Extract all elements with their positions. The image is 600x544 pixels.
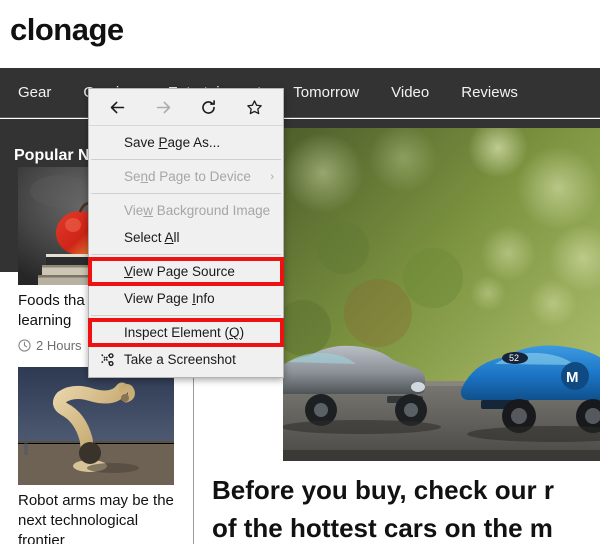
menu-item-save-page-as[interactable]: Save Page As... bbox=[89, 129, 283, 156]
back-icon[interactable] bbox=[103, 94, 133, 120]
menu-item-view-background-image: View Background Image bbox=[89, 197, 283, 224]
menu-separator bbox=[91, 254, 281, 255]
hero-headline-line1: Before you buy, check our r bbox=[212, 475, 554, 505]
nav-item-gear[interactable]: Gear bbox=[0, 68, 67, 118]
list-item-title-line1: Foods tha bbox=[18, 292, 85, 309]
list-item[interactable]: Robot arms may be the next technological… bbox=[18, 367, 174, 544]
list-item-title-line2: learning bbox=[18, 312, 72, 329]
menu-item-label: View Background Image bbox=[124, 203, 271, 218]
context-menu-items: Save Page As... Send Page to Device › View … bbox=[89, 126, 283, 377]
site-logo[interactable]: clonage bbox=[10, 10, 124, 50]
hero-headline-line2: of the hottest cars on the m bbox=[212, 513, 553, 543]
menu-item-select-all[interactable]: Select All bbox=[89, 224, 283, 251]
menu-separator bbox=[91, 193, 281, 194]
clock-icon bbox=[18, 339, 31, 352]
list-item-time: 2 Hours bbox=[36, 338, 82, 353]
menu-item-inspect-element-q[interactable]: Inspect Element (Q) bbox=[89, 319, 283, 346]
menu-separator bbox=[91, 315, 281, 316]
browser-page: clonage GearGamingEntertainmentTomorrowV… bbox=[0, 0, 600, 544]
menu-item-view-page-source[interactable]: View Page Source bbox=[89, 258, 283, 285]
list-item-title: Robot arms may be the next technological… bbox=[18, 492, 174, 544]
robot-arm-photo bbox=[18, 367, 174, 485]
menu-item-label: Inspect Element (Q) bbox=[124, 325, 245, 340]
menu-separator bbox=[91, 159, 281, 160]
nav-item-video[interactable]: Video bbox=[375, 68, 445, 118]
submenu-arrow-icon: › bbox=[270, 170, 274, 183]
site-header: clonage bbox=[0, 0, 600, 68]
hero-headline[interactable]: Before you buy, check our r of the hotte… bbox=[212, 471, 600, 544]
menu-item-label: View Page Source bbox=[124, 264, 235, 279]
menu-item-label: Send Page to Device bbox=[124, 169, 251, 184]
svg-text:52: 52 bbox=[509, 353, 519, 363]
context-menu-toolbar bbox=[89, 89, 283, 126]
svg-text:M: M bbox=[566, 369, 579, 386]
reload-icon[interactable] bbox=[194, 94, 224, 120]
menu-item-view-page-info[interactable]: View Page Info bbox=[89, 285, 283, 312]
menu-item-label: View Page Info bbox=[124, 291, 215, 306]
nav-item-reviews[interactable]: Reviews bbox=[445, 68, 534, 118]
menu-item-label: Save Page As... bbox=[124, 135, 221, 150]
bookmark-star-icon[interactable] bbox=[239, 94, 269, 120]
menu-item-send-page-to-device: Send Page to Device › bbox=[89, 163, 283, 190]
menu-item-label: Take a Screenshot bbox=[124, 352, 236, 367]
toy-cars-photo: 52 M bbox=[283, 128, 600, 461]
screenshot-scissors-icon bbox=[99, 352, 115, 368]
menu-item-take-a-screenshot[interactable]: Take a Screenshot bbox=[89, 346, 283, 373]
forward-icon bbox=[148, 94, 178, 120]
nav-item-tomorrow[interactable]: Tomorrow bbox=[277, 68, 375, 118]
menu-item-label: Select All bbox=[124, 230, 180, 245]
browser-context-menu: Save Page As... Send Page to Device › View … bbox=[88, 88, 284, 378]
